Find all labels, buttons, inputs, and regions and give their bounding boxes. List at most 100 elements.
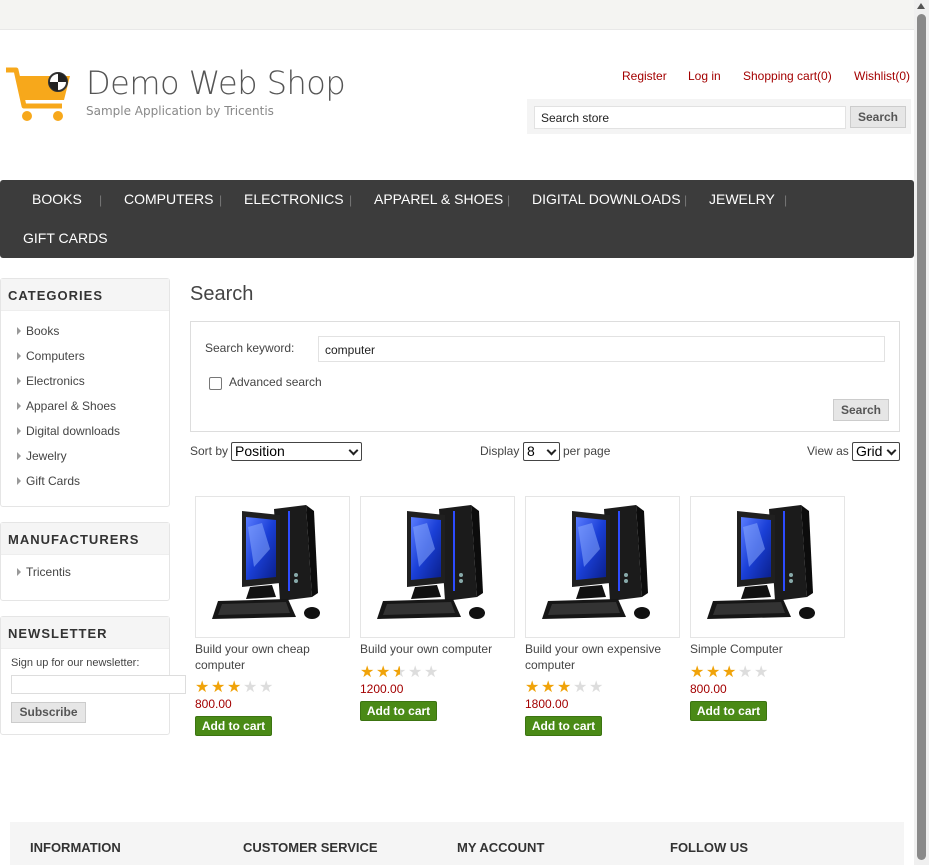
categories-title: CATEGORIES	[1, 279, 169, 311]
footer-heading-my-account: MY ACCOUNT	[457, 840, 545, 855]
newsletter-title: NEWSLETTER	[1, 617, 169, 649]
scroll-thumb[interactable]	[917, 14, 926, 860]
sort-by-value: Position	[235, 443, 285, 459]
subscribe-button[interactable]: Subscribe	[11, 702, 86, 723]
category-item-books[interactable]: Books	[1, 319, 169, 344]
triangle-right-icon	[17, 352, 21, 360]
category-item-gift-cards[interactable]: Gift Cards	[1, 469, 169, 494]
star-icon: ★	[195, 679, 210, 696]
chevron-down-icon	[348, 445, 359, 456]
rating-stars: ★ ★ ★ ★ ★	[525, 679, 605, 696]
per-page-label: per page	[563, 444, 611, 458]
search-keyword-label: Search keyword:	[205, 341, 295, 355]
desktop-computer-icon	[212, 505, 320, 619]
top-menu: BOOKS | COMPUTERS | ELECTRONICS | APPARE…	[0, 180, 914, 258]
sort-by-label: Sort by	[190, 444, 229, 458]
product-title[interactable]: Build your own computer	[360, 641, 515, 657]
star-icon: ★	[227, 679, 242, 696]
add-to-cart-button[interactable]: Add to cart	[525, 716, 602, 736]
menu-item-books[interactable]: BOOKS	[32, 191, 82, 207]
chevron-down-icon	[886, 445, 897, 456]
product-title[interactable]: Build your own cheap computer	[195, 641, 350, 673]
add-to-cart-button[interactable]: Add to cart	[195, 716, 272, 736]
category-item-apparel-shoes[interactable]: Apparel & Shoes	[1, 394, 169, 419]
desktop-computer-icon	[542, 505, 650, 619]
advanced-search-checkbox[interactable]	[209, 377, 222, 390]
star-icon: ★	[589, 679, 604, 696]
star-icon: ★	[211, 679, 226, 696]
newsletter-label: Sign up for our newsletter:	[11, 657, 140, 669]
category-item-jewelry[interactable]: Jewelry	[1, 444, 169, 469]
product-image[interactable]	[690, 496, 845, 638]
product-image[interactable]	[525, 496, 680, 638]
menu-item-apparel-shoes[interactable]: APPAREL & SHOES	[374, 191, 503, 207]
page-title: Search	[190, 283, 254, 305]
scroll-up-arrow-icon[interactable]	[917, 3, 925, 9]
page-size-select[interactable]: 8	[523, 442, 560, 461]
category-item-electronics[interactable]: Electronics	[1, 369, 169, 394]
star-icon: ★	[557, 679, 572, 696]
manufacturer-label: Tricentis	[26, 565, 71, 579]
category-label: Gift Cards	[26, 474, 81, 488]
store-search-box: Search store Search	[527, 99, 911, 134]
site-title[interactable]: Demo Web Shop	[86, 64, 346, 102]
add-to-cart-button[interactable]: Add to cart	[360, 701, 437, 721]
shopping-cart-link[interactable]: Shopping cart(0)	[743, 69, 832, 83]
star-icon: ★	[392, 664, 407, 681]
footer-heading-information: INFORMATION	[30, 840, 121, 855]
menu-separator: |	[99, 193, 103, 207]
product-card: Simple Computer	[690, 496, 845, 657]
star-icon: ★	[754, 664, 769, 681]
star-icon: ★	[738, 664, 753, 681]
newsletter-block: NEWSLETTER Sign up for our newsletter: S…	[0, 616, 186, 735]
menu-item-digital-downloads[interactable]: DIGITAL DOWNLOADS	[532, 191, 681, 207]
categories-block: CATEGORIES Books Computers Electronics A…	[0, 278, 170, 507]
star-icon: ★	[259, 679, 274, 696]
add-to-cart-button[interactable]: Add to cart	[690, 701, 767, 721]
category-label: Apparel & Shoes	[26, 399, 117, 413]
register-link[interactable]: Register	[622, 69, 667, 83]
search-button[interactable]: Search	[833, 399, 889, 421]
manufacturer-item-tricentis[interactable]: Tricentis	[1, 560, 169, 585]
product-price: 800.00	[690, 682, 727, 696]
star-icon: ★	[408, 664, 423, 681]
login-link[interactable]: Log in	[688, 69, 721, 83]
product-price: 800.00	[195, 697, 232, 711]
star-icon: ★	[376, 664, 391, 681]
triangle-right-icon	[17, 568, 21, 576]
star-icon: ★	[243, 679, 258, 696]
category-item-computers[interactable]: Computers	[1, 344, 169, 369]
menu-item-gift-cards[interactable]: GIFT CARDS	[23, 230, 108, 246]
star-icon: ★	[360, 664, 375, 681]
menu-item-electronics[interactable]: ELECTRONICS	[244, 191, 344, 207]
product-price: 1800.00	[525, 697, 569, 711]
star-icon: ★	[706, 664, 721, 681]
category-item-digital-downloads[interactable]: Digital downloads	[1, 419, 169, 444]
triangle-right-icon	[17, 452, 21, 460]
store-search-input[interactable]: Search store	[534, 106, 846, 129]
vertical-scrollbar[interactable]	[914, 0, 929, 865]
menu-item-jewelry[interactable]: JEWELRY	[709, 191, 775, 207]
product-card: Build your own expensive computer	[525, 496, 680, 673]
advanced-search-label[interactable]: Advanced search	[229, 375, 322, 389]
star-icon: ★	[424, 664, 439, 681]
product-title[interactable]: Build your own expensive computer	[525, 641, 680, 673]
product-card: Build your own computer	[360, 496, 515, 657]
store-search-button[interactable]: Search	[850, 106, 906, 128]
star-icon: ★	[541, 679, 556, 696]
view-mode-select[interactable]: Grid	[852, 442, 900, 461]
newsletter-email-input[interactable]	[11, 675, 186, 694]
shopping-cart-logo-icon[interactable]	[6, 66, 72, 124]
product-image[interactable]	[360, 496, 515, 638]
sort-by-select[interactable]: Position	[231, 442, 362, 461]
desktop-computer-icon	[707, 505, 815, 619]
desktop-computer-icon	[377, 505, 485, 619]
view-as-label: View as	[807, 444, 849, 458]
product-title[interactable]: Simple Computer	[690, 641, 845, 657]
product-card: Build your own cheap computer	[195, 496, 350, 673]
search-keyword-input[interactable]: computer	[318, 336, 885, 362]
menu-item-computers[interactable]: COMPUTERS	[124, 191, 213, 207]
footer-heading-customer-service: CUSTOMER SERVICE	[243, 840, 378, 855]
product-image[interactable]	[195, 496, 350, 638]
wishlist-link[interactable]: Wishlist(0)	[854, 69, 910, 83]
